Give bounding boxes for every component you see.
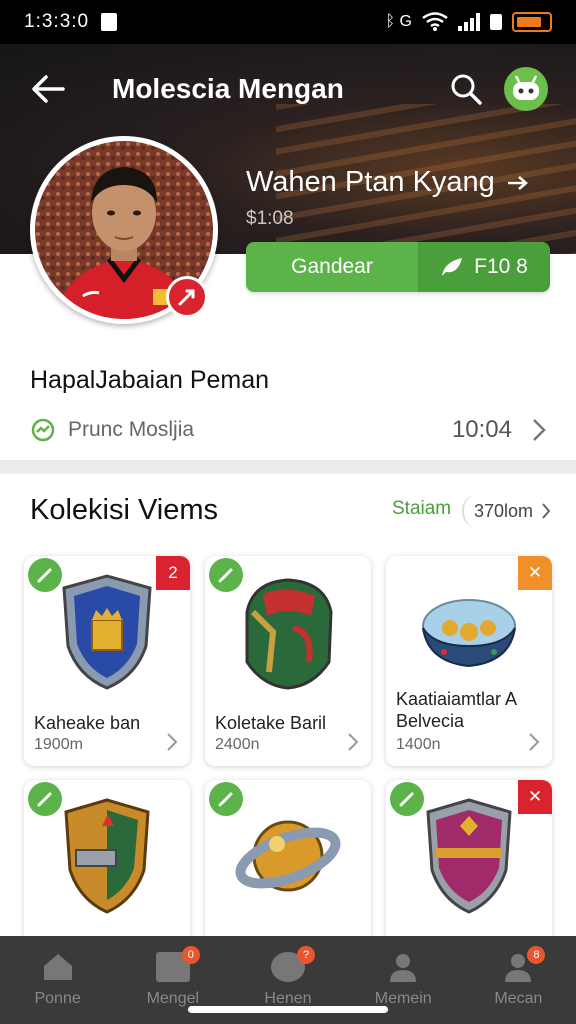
wifi-icon xyxy=(422,12,448,31)
nav-badge: 0 xyxy=(181,946,200,964)
nav-item-home[interactable]: Ponne xyxy=(0,936,115,1024)
player-name-link[interactable]: Wahen Ptan Kyang xyxy=(246,166,529,199)
treasure-bowl-icon xyxy=(422,599,516,668)
home-icon xyxy=(43,954,72,980)
section-title: HapalJabaian Peman xyxy=(30,366,270,394)
status-bar: 1:3:3:0 ᛒ G xyxy=(0,0,576,44)
blue-shield-icon xyxy=(62,574,152,690)
follower-count: F10 8 xyxy=(474,255,528,278)
page-title: Molescia Mengan xyxy=(112,73,344,104)
back-button[interactable] xyxy=(28,69,68,109)
arrow-right-icon xyxy=(507,175,528,190)
collection-filter-value: 370lom xyxy=(474,500,534,521)
follow-group: Gandear F10 8 xyxy=(246,242,550,292)
status-time: 1:3:3:0 xyxy=(24,11,90,32)
card-name: Kaheake ban xyxy=(34,713,141,733)
orb-ring-icon xyxy=(235,820,341,892)
leaf-icon xyxy=(442,258,463,276)
card-price: 2400n xyxy=(215,736,260,753)
network-icons: ᛒ G xyxy=(385,13,413,30)
follower-count-button[interactable]: F10 8 xyxy=(418,242,550,292)
collection-card[interactable]: Koletake Baril 2400n xyxy=(205,556,371,766)
profile-icon: 8 xyxy=(501,946,546,982)
home-indicator[interactable] xyxy=(188,1006,388,1013)
card-price: 1900m xyxy=(34,736,83,753)
status-value: 10:04 xyxy=(451,416,512,443)
top-nav: Molescia Mengan xyxy=(0,44,576,134)
crimson-shield-icon xyxy=(426,798,512,914)
chevron-right-icon xyxy=(533,419,546,441)
gold-shield-icon xyxy=(64,798,150,914)
sd-icon xyxy=(490,14,502,30)
search-button[interactable] xyxy=(446,69,486,109)
nav-badge: 8 xyxy=(527,946,546,964)
chevron-right-icon xyxy=(542,503,551,519)
collection-card[interactable]: ✕ Kaatiaiamtlar A Belvecia 1400n xyxy=(386,556,552,766)
robot-icon xyxy=(513,75,539,100)
status-icons: ᛒ G xyxy=(385,12,552,32)
back-arrow-icon xyxy=(32,75,65,103)
chevron-right-icon xyxy=(348,733,359,751)
status-row[interactable]: Prunc Mosljia 10:04 xyxy=(30,408,546,452)
search-icon xyxy=(451,74,482,105)
chat-icon: ? xyxy=(271,946,315,982)
document-icon: 0 xyxy=(155,946,200,982)
section-divider xyxy=(0,460,576,474)
team-badge-icon xyxy=(166,276,208,318)
nav-badge: ? xyxy=(297,946,315,964)
player-subtitle: $1:08 xyxy=(246,208,294,229)
signal-icon xyxy=(458,13,480,31)
status-label: Prunc Mosljia xyxy=(68,418,195,441)
collection-title: Kolekisi Viems xyxy=(30,494,219,526)
chevron-right-icon xyxy=(167,733,178,751)
player-name: Wahen Ptan Kyang xyxy=(246,166,495,198)
battery-icon xyxy=(512,12,552,32)
nav-label: Ponne xyxy=(34,990,81,1007)
card-name: Koletake Baril xyxy=(215,713,327,733)
collection-filter[interactable]: 370lom xyxy=(462,494,561,528)
card-name: Kaatiaiamtlar A Belvecia xyxy=(396,689,517,731)
collection-see-all-link[interactable]: Staiam xyxy=(392,498,451,520)
green-helmet-icon xyxy=(245,578,333,690)
assistant-avatar-button[interactable] xyxy=(504,67,548,111)
refresh-icon xyxy=(31,418,55,442)
chevron-right-icon xyxy=(529,733,540,751)
nav-label: Mecan xyxy=(494,990,543,1007)
follow-button[interactable]: Gandear xyxy=(246,242,418,292)
collection-card[interactable]: 2 Kaheake ban 1900m xyxy=(24,556,190,766)
card-price: 1400n xyxy=(396,736,441,753)
person-icon xyxy=(390,954,417,982)
sim-icon xyxy=(101,13,118,31)
nav-item-profile[interactable]: 8 Mecan xyxy=(461,936,576,1024)
